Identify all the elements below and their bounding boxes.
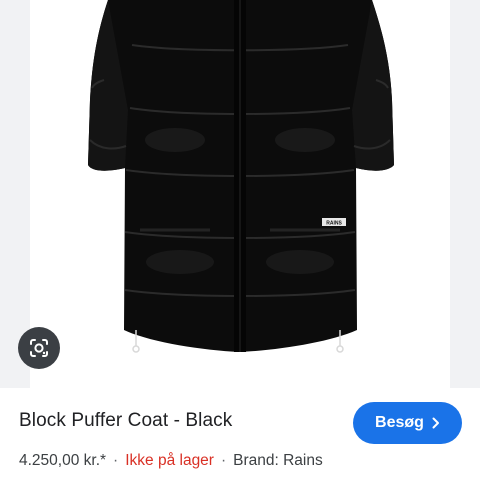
separator-dot: · (113, 452, 119, 469)
product-meta-row: 4.250,00 kr.* · Ikke på lager · Brand: Rains (19, 452, 323, 470)
product-image[interactable]: RAINS (0, 0, 480, 388)
product-title[interactable]: Block Puffer Coat - Black (19, 410, 232, 432)
google-lens-button[interactable] (18, 327, 60, 369)
product-price: 4.250,00 kr.* (19, 452, 107, 469)
stock-status: Ikke på lager (125, 452, 214, 469)
brand-tag-text: RAINS (326, 221, 342, 227)
visit-button-label: Besøg (375, 414, 424, 431)
chevron-right-icon (432, 417, 439, 429)
product-info-panel: Block Puffer Coat - Black 4.250,00 kr.* ·… (0, 388, 480, 480)
visit-button[interactable]: Besøg (353, 402, 462, 444)
product-image-area[interactable]: RAINS (0, 0, 480, 388)
google-lens-icon (30, 339, 48, 357)
product-brand: Brand: Rains (233, 452, 323, 469)
separator-dot: · (220, 452, 227, 469)
